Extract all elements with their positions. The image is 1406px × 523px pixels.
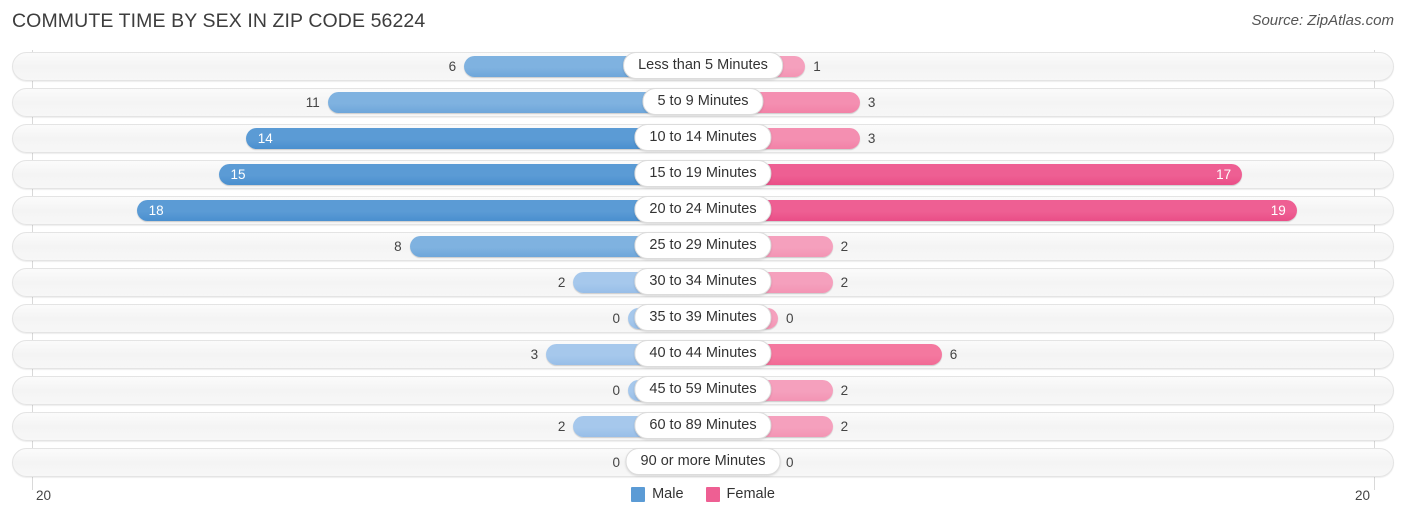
bar-value-male: 18 <box>148 203 164 218</box>
bar-value-male: 0 <box>612 383 620 398</box>
chart-row: 18 19 20 to 24 Minutes <box>12 196 1394 225</box>
chart-header: COMMUTE TIME BY SEX IN ZIP CODE 56224 So… <box>0 0 1406 40</box>
chart-row: 8 2 25 to 29 Minutes <box>12 232 1394 261</box>
bar-value-male: 14 <box>257 131 273 146</box>
bar-value-male: 15 <box>230 167 246 182</box>
chart-row: 11 3 5 to 9 Minutes <box>12 88 1394 117</box>
bar-value-female: 17 <box>1216 167 1232 182</box>
bar-value-female: 2 <box>840 383 849 398</box>
bar-value-male: 2 <box>557 275 566 290</box>
bar-value-female: 19 <box>1270 203 1286 218</box>
bar-value-male: 0 <box>612 455 620 470</box>
chart-row: 0 0 90 or more Minutes <box>12 448 1394 477</box>
bar-male[interactable] <box>136 200 703 221</box>
legend-swatch-female <box>705 486 720 502</box>
bar-female[interactable] <box>703 164 1243 185</box>
bar-value-female: 2 <box>840 275 849 290</box>
category-label: 5 to 9 Minutes <box>642 88 764 115</box>
bar-value-male: 0 <box>612 311 620 326</box>
chart-plot-area: 6 1 Less than 5 Minutes 11 3 5 to 9 Minutes 14… <box>0 50 1406 490</box>
bar-value-male: 8 <box>394 239 402 254</box>
bar-value-male: 6 <box>448 59 457 74</box>
bar-female[interactable] <box>703 200 1297 221</box>
category-label: 10 to 14 Minutes <box>634 124 772 151</box>
source-attribution: Source: ZipAtlas.com <box>1251 12 1394 29</box>
page-title: COMMUTE TIME BY SEX IN ZIP CODE 56224 <box>12 10 426 32</box>
bar-value-female: 0 <box>786 455 794 470</box>
chart-row: 6 1 Less than 5 Minutes <box>12 52 1394 81</box>
bar-value-female: 1 <box>813 59 821 74</box>
bar-value-male: 11 <box>305 95 320 110</box>
bar-value-female: 3 <box>867 95 876 110</box>
category-label: 40 to 44 Minutes <box>634 340 772 367</box>
bar-value-female: 3 <box>867 131 876 146</box>
legend-item-male[interactable]: Male <box>631 486 684 502</box>
chart-row: 2 2 60 to 89 Minutes <box>12 412 1394 441</box>
bar-value-male: 3 <box>530 347 539 362</box>
legend-swatch-male <box>631 486 646 502</box>
legend-item-female[interactable]: Female <box>705 486 775 502</box>
chart-row: 2 2 30 to 34 Minutes <box>12 268 1394 297</box>
bar-value-female: 6 <box>949 347 958 362</box>
legend-label-female: Female <box>726 486 775 502</box>
bar-value-female: 0 <box>786 311 794 326</box>
category-label: 30 to 34 Minutes <box>634 268 772 295</box>
chart-row: 14 3 10 to 14 Minutes <box>12 124 1394 153</box>
bar-value-female: 2 <box>840 419 849 434</box>
category-label: 60 to 89 Minutes <box>634 412 772 439</box>
chart-legend: Male Female <box>0 486 1406 502</box>
category-label: Less than 5 Minutes <box>623 52 783 79</box>
category-label: 20 to 24 Minutes <box>634 196 772 223</box>
chart-row: 3 6 40 to 44 Minutes <box>12 340 1394 369</box>
chart-row: 0 2 45 to 59 Minutes <box>12 376 1394 405</box>
category-label: 25 to 29 Minutes <box>634 232 772 259</box>
chart-row: 0 0 35 to 39 Minutes <box>12 304 1394 333</box>
bar-male[interactable] <box>218 164 703 185</box>
category-label: 15 to 19 Minutes <box>634 160 772 187</box>
bar-value-male: 2 <box>557 419 566 434</box>
category-label: 90 or more Minutes <box>625 448 781 475</box>
bar-value-female: 2 <box>840 239 849 254</box>
category-label: 35 to 39 Minutes <box>634 304 772 331</box>
chart-row: 15 17 15 to 19 Minutes <box>12 160 1394 189</box>
legend-label-male: Male <box>652 486 684 502</box>
category-label: 45 to 59 Minutes <box>634 376 772 403</box>
